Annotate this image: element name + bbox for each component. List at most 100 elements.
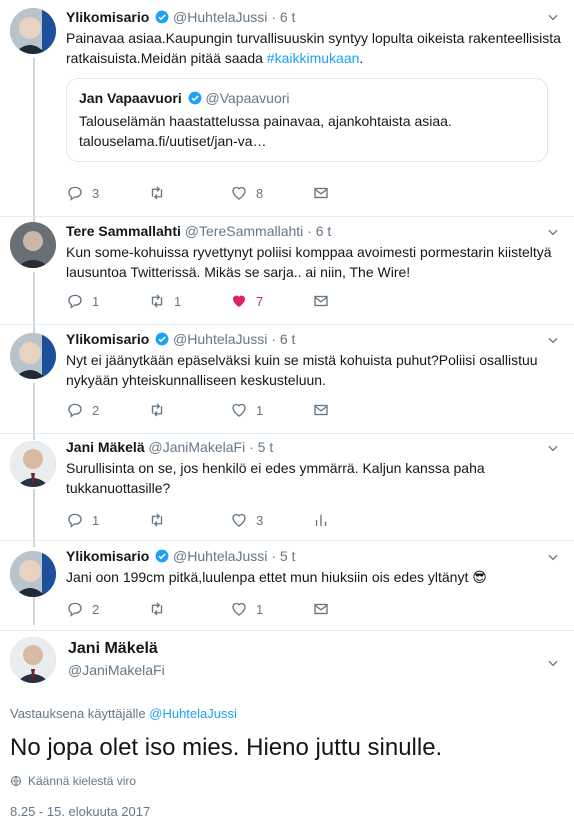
reply-icon — [68, 403, 82, 418]
avatar[interactable] — [10, 222, 56, 268]
message-icon — [314, 404, 328, 416]
like-button[interactable]: 1 — [230, 401, 312, 419]
reply-count: 2 — [92, 402, 100, 418]
author-handle[interactable]: @HuhtelaJussi — [173, 331, 267, 347]
like-count: 7 — [256, 293, 264, 309]
tweet-actions: 3 8 — [66, 184, 394, 202]
separator: · — [249, 439, 254, 455]
author-name[interactable]: Ylikomisario — [66, 331, 149, 347]
translate-link[interactable]: Käännä kielestä viro — [10, 774, 136, 788]
message-button[interactable] — [312, 600, 394, 618]
tweet-actions: 1 3 — [66, 511, 394, 529]
reply-button[interactable]: 1 — [66, 292, 148, 310]
reply-button[interactable]: 2 — [66, 600, 148, 618]
reply-icon — [68, 186, 82, 201]
thread-line — [33, 383, 35, 440]
quote-author-name: Jan Vapaavuori — [79, 90, 182, 106]
chevron-down-icon[interactable] — [546, 10, 560, 24]
hashtag-link[interactable]: #kaikkimukaan — [267, 50, 360, 66]
verified-icon — [155, 10, 169, 24]
like-button[interactable]: 8 — [230, 184, 312, 202]
message-icon — [314, 187, 328, 199]
tweet-timestamp[interactable]: 8.25 - 15. elokuuta 2017 — [10, 804, 150, 819]
author-handle[interactable]: @HuhtelaJussi — [173, 9, 267, 25]
like-icon — [232, 403, 246, 417]
retweet-icon — [151, 294, 163, 308]
avatar[interactable] — [10, 333, 56, 379]
avatar[interactable] — [10, 637, 56, 683]
chevron-down-icon[interactable] — [546, 225, 560, 239]
divider — [0, 540, 574, 541]
verified-icon — [155, 549, 169, 563]
verified-icon — [155, 332, 169, 346]
tweet-text: Painavaa asiaa.Kaupungin turvallisuuskin… — [66, 28, 562, 68]
author-handle[interactable]: @HuhtelaJussi — [173, 548, 267, 564]
tweet-time[interactable]: 6 t — [280, 9, 296, 25]
author-name[interactable]: Tere Sammallahti — [66, 223, 181, 239]
tweet-actions: 2 1 — [66, 600, 394, 618]
chevron-down-icon[interactable] — [546, 550, 560, 564]
reply-icon — [68, 513, 82, 528]
retweet-button[interactable] — [148, 600, 230, 618]
avatar[interactable] — [10, 551, 56, 597]
like-icon — [233, 295, 245, 307]
tweet-time[interactable]: 5 t — [258, 439, 274, 455]
reply-button[interactable]: 1 — [66, 511, 148, 529]
tweet-actions: 1 1 7 — [66, 292, 394, 310]
divider — [0, 433, 574, 434]
author-handle[interactable]: @TereSammallahti — [185, 223, 303, 239]
retweet-icon — [151, 602, 163, 616]
like-button[interactable]: 3 — [230, 511, 312, 529]
tweet-time[interactable]: 6 t — [316, 223, 332, 239]
tweet-time[interactable]: 5 t — [280, 548, 296, 564]
chevron-down-icon[interactable] — [546, 333, 560, 347]
like-button[interactable]: 1 — [230, 600, 312, 618]
divider — [0, 216, 574, 217]
tweet-text: Nyt ei jäänytkään epäselväksi kuin se mi… — [66, 352, 538, 388]
author-handle[interactable]: @JaniMakelaFi — [68, 662, 562, 678]
mention-link[interactable]: @HuhtelaJussi — [149, 706, 237, 721]
retweet-count: 1 — [174, 293, 182, 309]
message-button[interactable] — [312, 184, 394, 202]
message-button[interactable] — [312, 292, 394, 310]
like-count: 1 — [256, 402, 264, 418]
message-button[interactable] — [312, 401, 394, 419]
quote-link: talouselama.fi/uutiset/jan-va… — [79, 133, 267, 149]
divider — [0, 324, 574, 325]
reply-count: 3 — [92, 185, 100, 201]
quoted-tweet[interactable]: Jan Vapaavuori @Vapaavuori Talouselämän … — [66, 78, 548, 162]
like-count: 1 — [256, 601, 264, 617]
main-tweet-text: No jopa olet iso mies. Hieno juttu sinul… — [10, 734, 443, 761]
avatar[interactable] — [10, 441, 56, 487]
tweet-text-part: Jani oon 199cm pitkä,luulenpa ettet mun … — [66, 569, 469, 585]
message-icon — [314, 295, 328, 307]
author-handle[interactable]: @JaniMakelaFi — [149, 439, 246, 455]
like-button[interactable]: 7 — [230, 292, 312, 310]
separator: · — [271, 548, 276, 564]
chevron-down-icon[interactable] — [546, 656, 560, 670]
author-name[interactable]: Jani Mäkelä — [68, 640, 562, 658]
reply-prefix: Vastauksena käyttäjälle — [10, 706, 146, 721]
verified-icon — [188, 91, 202, 105]
author-name[interactable]: Jani Mäkelä — [66, 439, 145, 455]
retweet-button[interactable] — [148, 511, 230, 529]
analytics-icon — [315, 514, 327, 526]
author-name[interactable]: Ylikomisario — [66, 548, 149, 564]
divider — [0, 630, 574, 631]
analytics-button[interactable] — [312, 511, 394, 529]
author-name[interactable]: Ylikomisario — [66, 9, 149, 25]
chevron-down-icon[interactable] — [546, 441, 560, 455]
retweet-button[interactable]: 1 — [148, 292, 230, 310]
tweet-time[interactable]: 6 t — [280, 331, 296, 347]
retweet-button[interactable] — [148, 401, 230, 419]
tweet-text: Kun some-kohuissa ryvettynyt poliisi kom… — [66, 244, 552, 280]
reply-button[interactable]: 3 — [66, 184, 148, 202]
retweet-icon — [151, 186, 163, 200]
retweet-button[interactable] — [148, 184, 230, 202]
reply-button[interactable]: 2 — [66, 401, 148, 419]
sunglasses-emoji: 😎 — [472, 569, 487, 585]
tweet-text: Surullisinta on se, jos henkilö ei edes … — [66, 460, 485, 496]
retweet-icon — [151, 403, 163, 417]
avatar[interactable] — [10, 8, 56, 54]
like-count: 8 — [256, 185, 264, 201]
